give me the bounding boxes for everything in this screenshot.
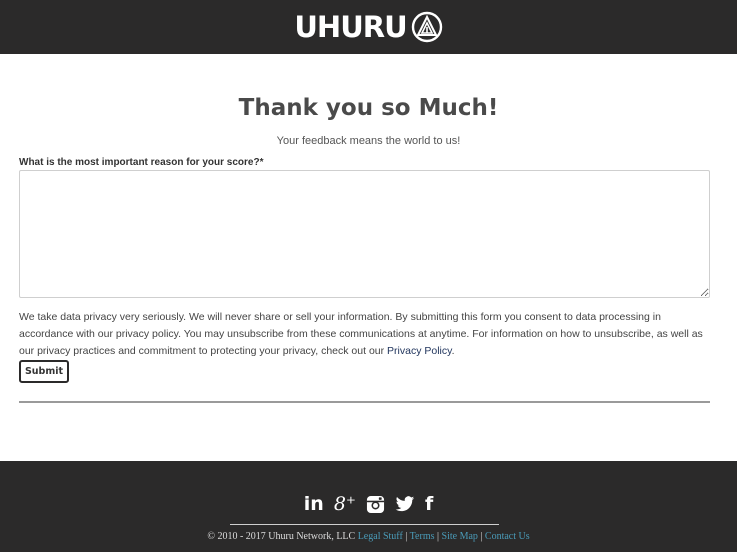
logo-text: UHURU — [294, 10, 407, 44]
footer-copyright-line: © 2010 - 2017 Uhuru Network, LLC Legal S… — [0, 531, 737, 542]
reason-textarea[interactable] — [19, 170, 710, 298]
privacy-policy-link[interactable]: Privacy Policy — [387, 345, 452, 357]
privacy-notice-text: We take data privacy very seriously. We … — [19, 311, 703, 357]
page-title: Thank you so Much! — [238, 95, 499, 121]
site-map-link[interactable]: Site Map — [442, 531, 478, 542]
section-divider — [19, 401, 710, 403]
facebook-icon[interactable]: f — [425, 493, 433, 515]
uhuru-emblem-icon — [411, 11, 442, 43]
google-plus-icon[interactable]: 8⁺ — [334, 493, 356, 515]
privacy-notice: We take data privacy very seriously. We … — [19, 309, 714, 360]
link-separator: | — [405, 531, 408, 542]
copyright-text: © 2010 - 2017 Uhuru Network, LLC — [207, 531, 356, 542]
twitter-icon[interactable] — [395, 493, 415, 515]
instagram-icon[interactable] — [366, 493, 385, 515]
link-separator: | — [437, 531, 440, 542]
linkedin-icon[interactable]: in — [304, 493, 324, 515]
legal-stuff-link[interactable]: Legal Stuff — [358, 531, 403, 542]
contact-us-link[interactable]: Contact Us — [485, 531, 530, 542]
uhuru-logo[interactable]: UHURU — [294, 10, 442, 44]
site-footer: in 8⁺ f © 2010 - 2017 Uhuru Network, LLC… — [0, 461, 737, 552]
social-links: in 8⁺ f — [0, 493, 737, 515]
page-subtitle: Your feedback means the world to us! — [276, 135, 461, 147]
site-header: UHURU — [0, 0, 737, 54]
footer-divider — [230, 524, 499, 525]
privacy-notice-end: . — [451, 345, 455, 357]
submit-button[interactable]: Submit — [19, 360, 69, 383]
terms-link[interactable]: Terms — [410, 531, 435, 542]
reason-question-label: What is the most important reason for yo… — [19, 157, 264, 168]
link-separator: | — [480, 531, 483, 542]
